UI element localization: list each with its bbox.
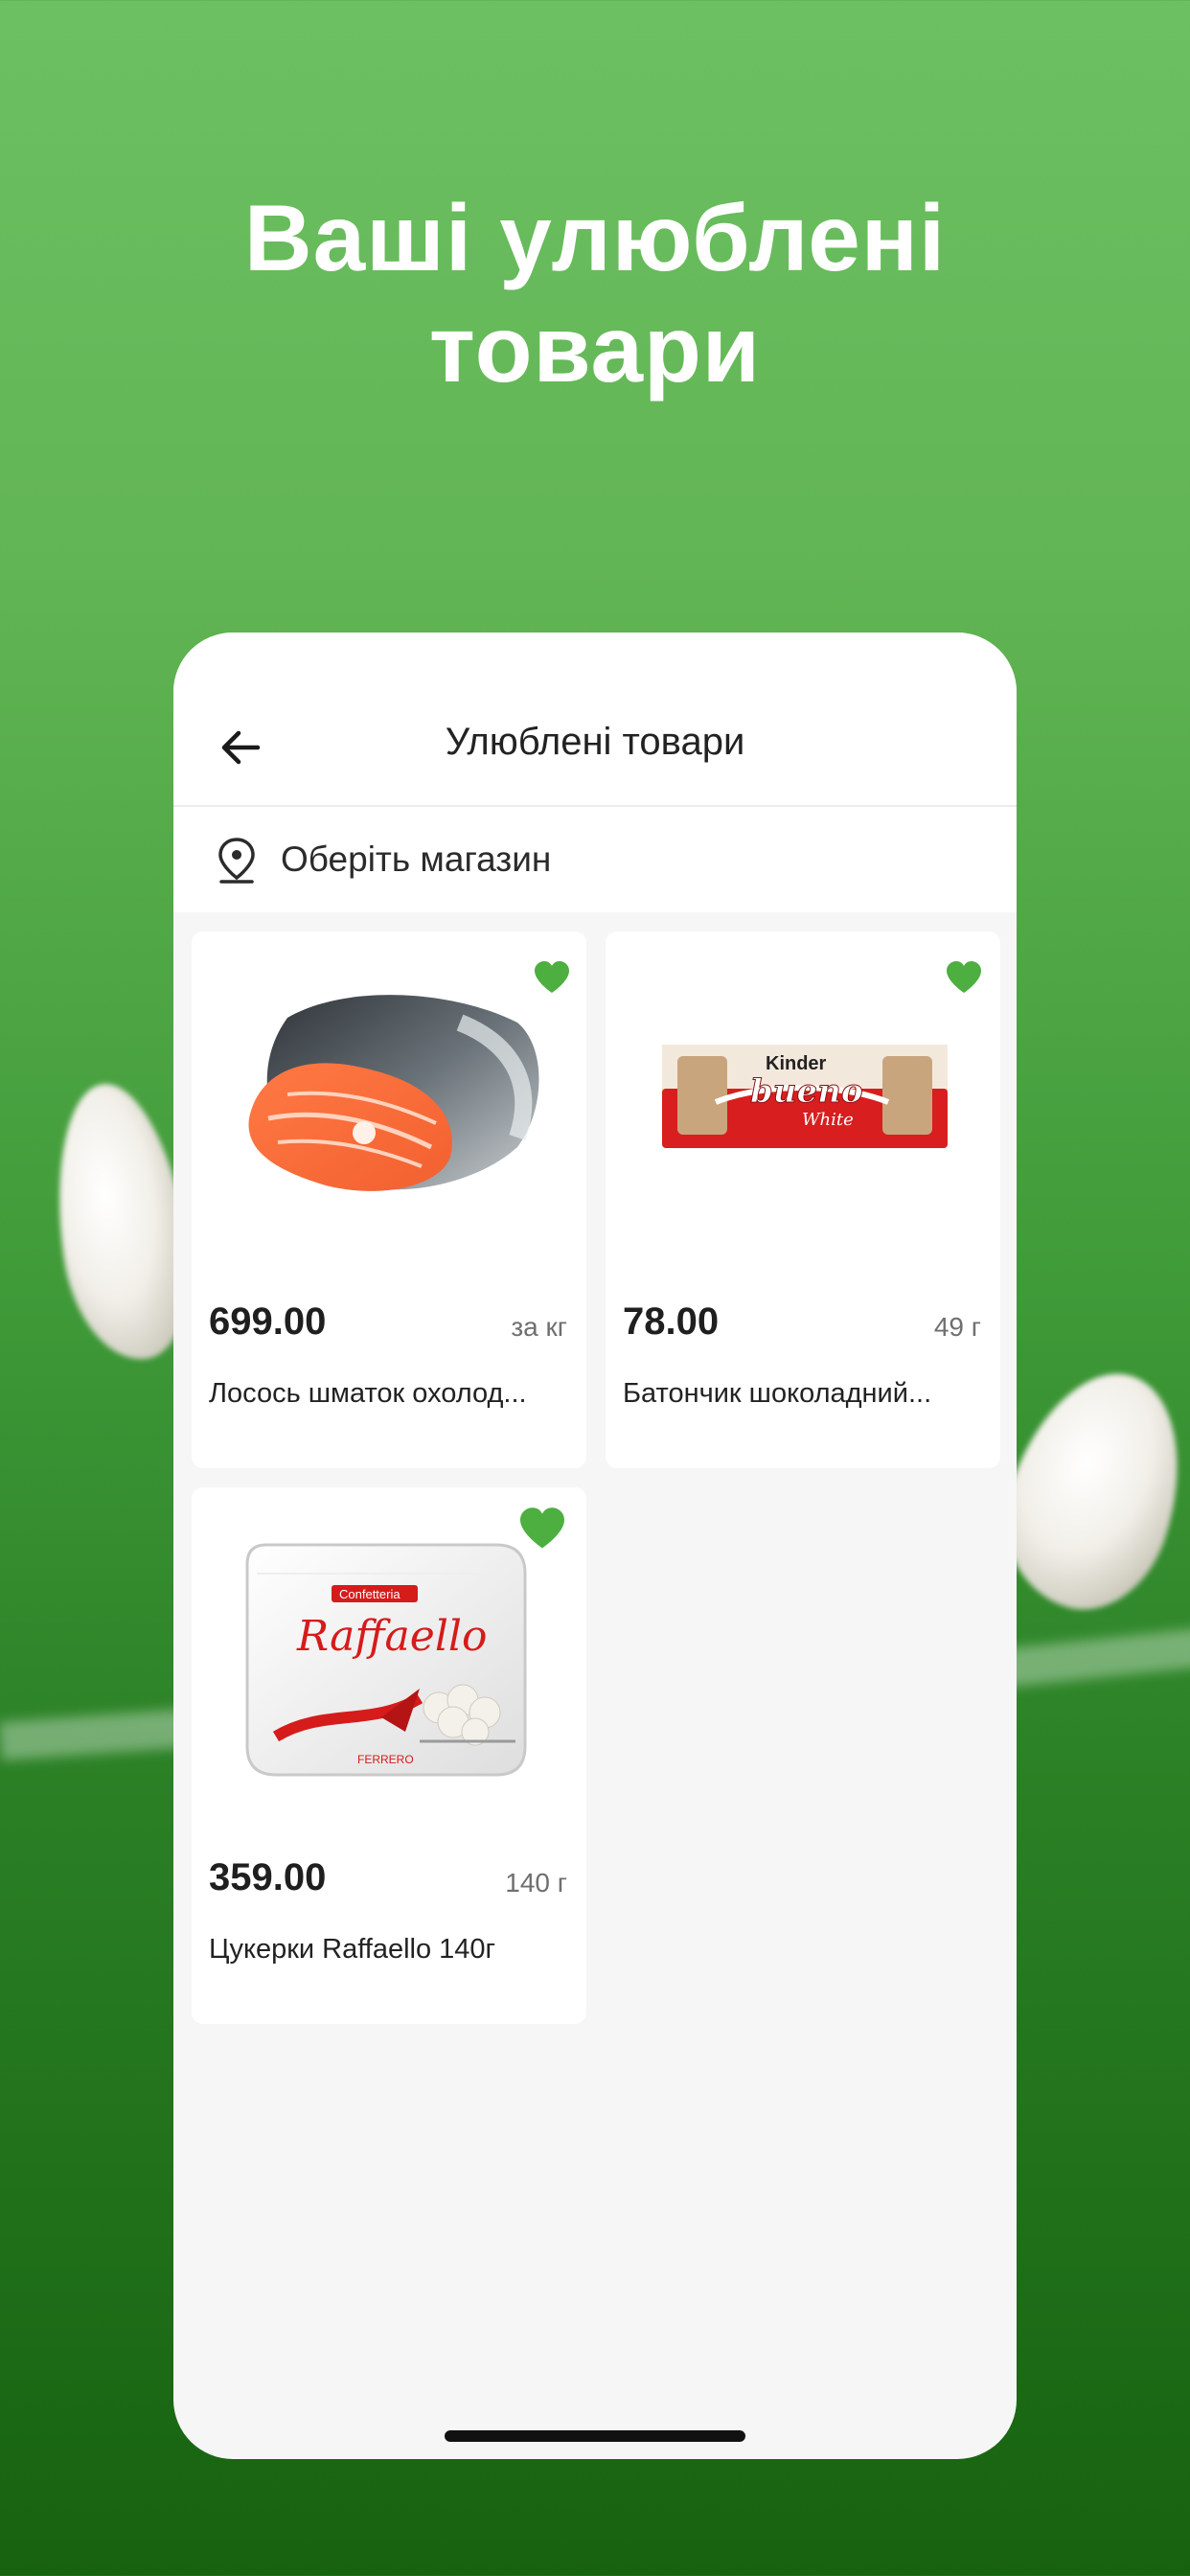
product-name: Лосось шматок охолод... xyxy=(209,1378,527,1409)
product-unit: 140 г xyxy=(505,1868,567,1898)
product-price: 78.00 xyxy=(623,1300,720,1343)
product-name: Цукерки Raffaello 140г xyxy=(209,1934,496,1965)
promo-title-line-1: Ваші улюблені xyxy=(243,185,947,290)
product-card[interactable]: Kinder bueno White 78.00 49 г Батончик ш… xyxy=(606,932,1000,1468)
location-pin-icon xyxy=(218,838,255,884)
raffaello-logo-text: Raffaello xyxy=(296,1612,487,1661)
page-title: Улюблені товари xyxy=(445,721,745,763)
light-streak-decoration xyxy=(0,1709,194,1760)
product-price: 699.00 xyxy=(209,1300,327,1343)
phone-screen: Улюблені товари Оберіть магазин 699.00 з… xyxy=(173,632,1017,2459)
select-store-label: Оберіть магазин xyxy=(281,840,552,879)
product-price: 359.00 xyxy=(209,1856,327,1898)
product-unit: 49 г xyxy=(933,1312,981,1342)
product-unit: за кг xyxy=(511,1312,567,1342)
white-logo-text: White xyxy=(802,1110,854,1130)
ferrero-logo-text: FERRERO xyxy=(357,1753,414,1766)
product-card[interactable]: Confetteria Raffaello FERRERO 359.00 140… xyxy=(192,1487,586,2024)
select-store-button[interactable]: Оберіть магазин xyxy=(173,807,1017,912)
bueno-logo-text: bueno xyxy=(750,1072,863,1111)
confetteria-label-text: Confetteria xyxy=(339,1587,400,1601)
kinder-logo-text: Kinder xyxy=(766,1053,827,1074)
product-card[interactable]: 699.00 за кг Лосось шматок охолод... xyxy=(192,932,586,1468)
favorite-heart-icon[interactable] xyxy=(945,960,983,995)
promo-title-line-2: товари xyxy=(428,296,762,402)
salmon-steak-image xyxy=(248,995,539,1191)
app-header: Улюблені товари xyxy=(173,632,1017,805)
promo-title: Ваші улюблені товари xyxy=(0,182,1190,404)
kinder-bueno-bar-image: Kinder bueno White xyxy=(662,1045,948,1148)
raffaello-box-image: Confetteria Raffaello FERRERO xyxy=(245,1543,527,1777)
home-indicator[interactable] xyxy=(445,2430,745,2442)
light-streak-decoration xyxy=(995,1627,1190,1689)
product-name: Батончик шоколадний... xyxy=(623,1378,932,1409)
